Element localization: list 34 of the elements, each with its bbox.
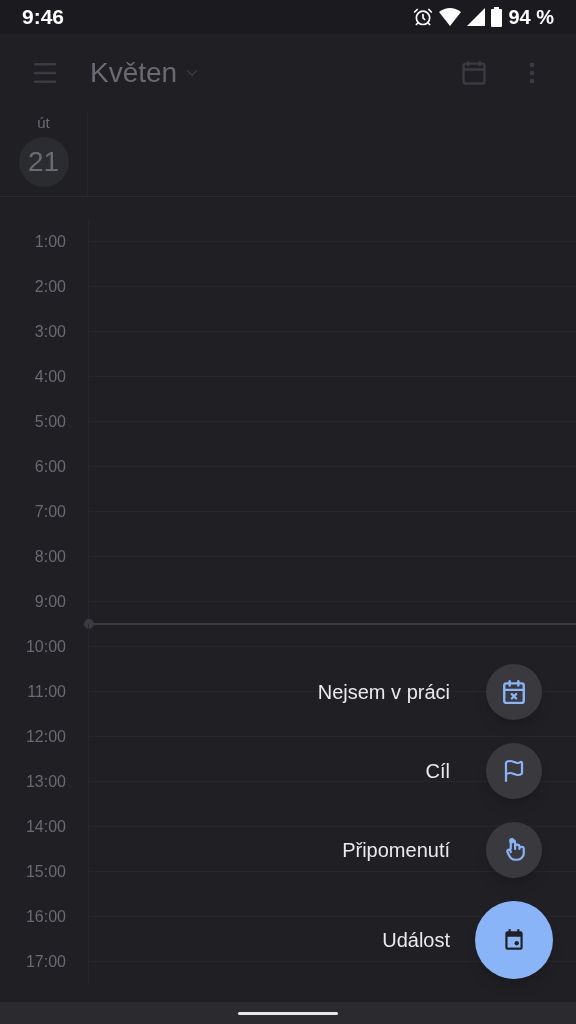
hour-label: 10:00 <box>24 637 66 657</box>
alarm-icon <box>413 7 434 27</box>
hour-label: 11:00 <box>26 682 66 702</box>
hour-label: 9:00 <box>33 592 66 612</box>
hour-label: 4:00 <box>33 367 66 387</box>
weekday-label: út <box>37 113 50 133</box>
hour-label: 17:00 <box>24 952 66 972</box>
clock-time: 9:46 <box>22 4 65 31</box>
hour-label: 13:00 <box>24 772 66 792</box>
mini-fab-button[interactable] <box>486 743 542 799</box>
calendar-x-icon <box>501 679 527 705</box>
hour-label: 5:00 <box>33 412 66 432</box>
battery-icon <box>491 7 503 27</box>
hour-label: 3:00 <box>33 322 66 342</box>
hour-label: 1:00 <box>33 232 66 252</box>
mini-fab-button[interactable] <box>486 664 542 720</box>
fab-label[interactable]: Nejsem v práci <box>317 677 450 707</box>
fab-label[interactable]: Cíl <box>425 756 450 786</box>
battery-percent: 94 % <box>508 5 554 30</box>
hour-label: 15:00 <box>24 862 66 882</box>
hour-label: 8:00 <box>33 547 66 567</box>
hour-label: 16:00 <box>24 907 66 927</box>
fab-label[interactable]: Událost <box>382 925 450 955</box>
hour-label: 2:00 <box>33 277 66 297</box>
mini-fab-button[interactable] <box>486 822 542 878</box>
hour-label: 14:00 <box>24 817 66 837</box>
signal-icon <box>467 8 486 26</box>
hour-label: 7:00 <box>33 502 66 522</box>
fab-label[interactable]: Připomenutí <box>342 835 450 865</box>
hour-label: 6:00 <box>33 457 66 477</box>
hour-label: 12:00 <box>24 727 66 747</box>
wifi-icon <box>439 8 462 26</box>
flag-icon <box>502 759 526 783</box>
home-handle[interactable] <box>238 1011 338 1015</box>
